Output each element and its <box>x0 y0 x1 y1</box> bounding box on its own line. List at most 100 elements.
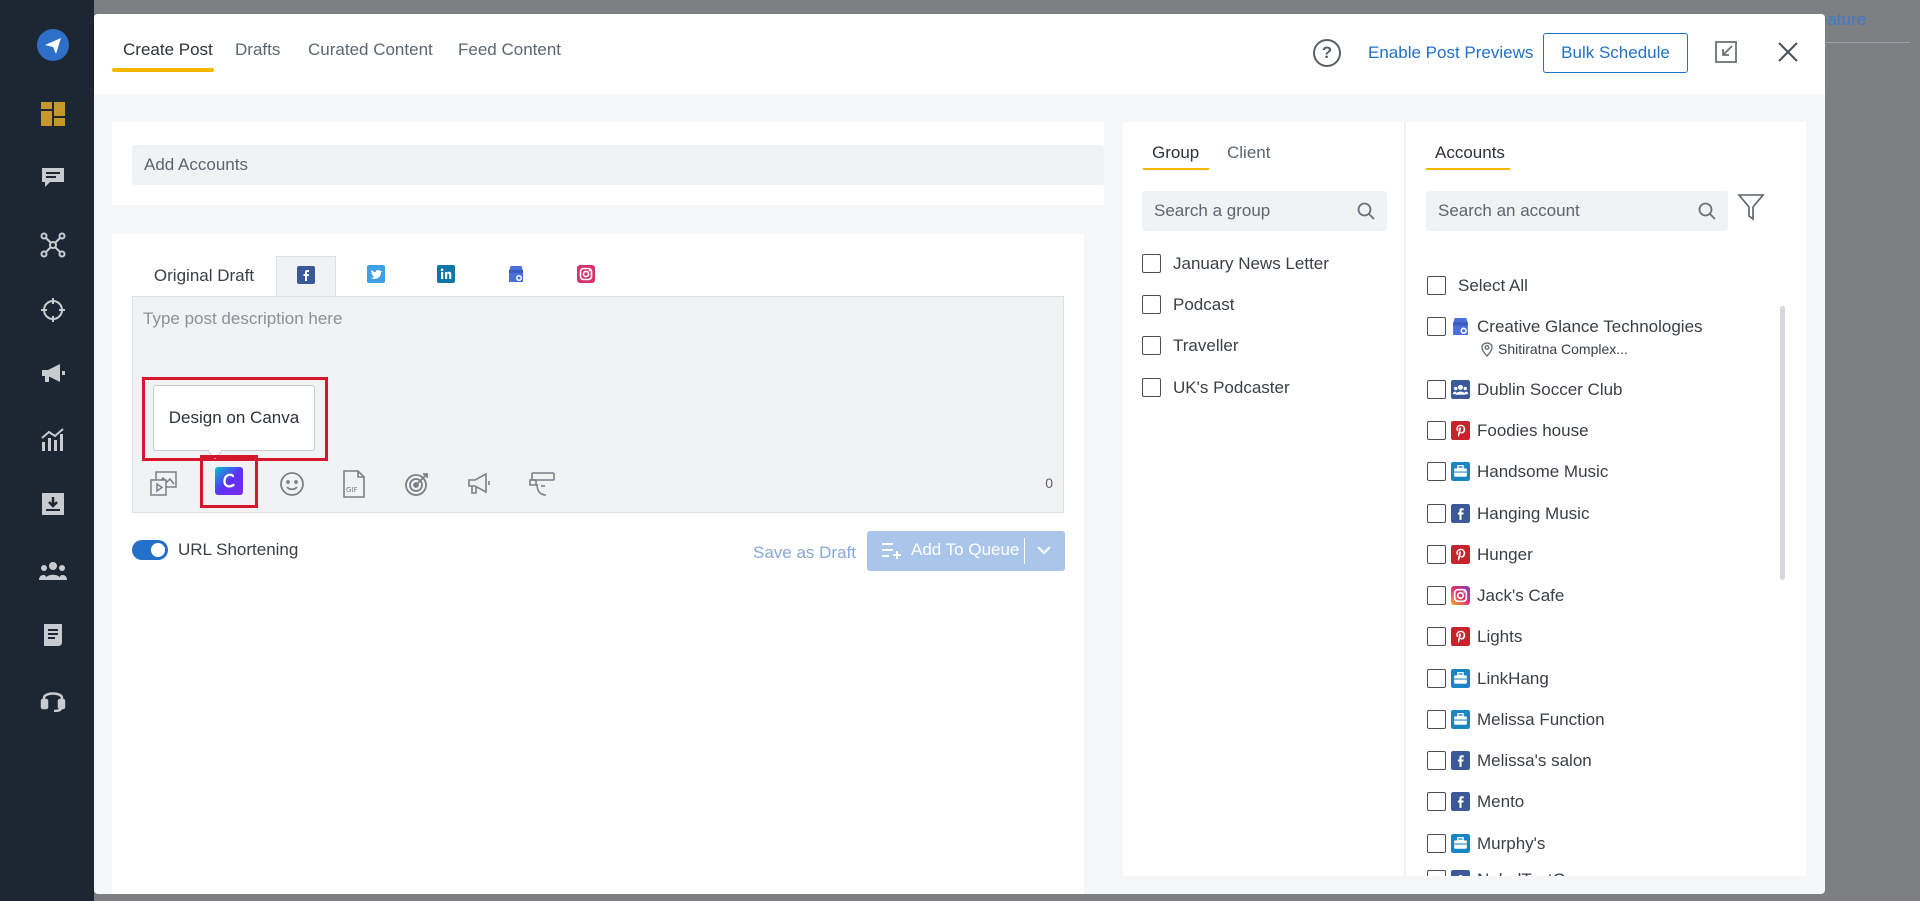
tab-curated-content[interactable]: Curated Content <box>308 40 433 60</box>
account-checkbox[interactable] <box>1427 870 1446 876</box>
tab-drafts[interactable]: Drafts <box>235 40 280 60</box>
facebook-icon <box>1451 504 1470 523</box>
facebook-icon <box>1451 751 1470 770</box>
group-label: Traveller <box>1173 336 1239 355</box>
location-pin-icon <box>1477 340 1496 359</box>
account-name: Lights <box>1477 627 1523 646</box>
account-name: Jack's Cafe <box>1477 586 1565 605</box>
accounts-panel: Accounts Search an account Select All Cr… <box>1406 122 1806 876</box>
help-icon[interactable]: ? <box>1313 39 1341 67</box>
emoji-icon[interactable] <box>275 467 309 501</box>
select-all-checkbox[interactable] <box>1427 276 1446 295</box>
facebook-group-icon <box>1451 380 1470 399</box>
canva-icon[interactable] <box>212 464 246 498</box>
chat-icon[interactable] <box>38 163 68 193</box>
group-label: January News Letter <box>1173 254 1329 273</box>
filter-icon[interactable] <box>1737 192 1765 227</box>
character-count: 0 <box>1045 475 1053 491</box>
announcement-icon[interactable] <box>463 467 497 501</box>
account-checkbox[interactable] <box>1427 421 1446 440</box>
account-name: Hunger <box>1477 545 1533 564</box>
megaphone-icon[interactable] <box>38 358 68 388</box>
group-checkbox[interactable] <box>1142 378 1161 397</box>
account-name: LinkHang <box>1477 669 1549 688</box>
app-sidebar <box>0 0 94 901</box>
account-name: Creative Glance Technologies <box>1477 317 1703 336</box>
tab-linkedin[interactable] <box>416 256 476 296</box>
account-checkbox[interactable] <box>1427 751 1446 770</box>
bulk-schedule-button[interactable]: Bulk Schedule <box>1543 33 1688 73</box>
tab-original-draft[interactable]: Original Draft <box>132 256 276 296</box>
team-icon[interactable] <box>38 556 68 586</box>
account-checkbox[interactable] <box>1427 627 1446 646</box>
send-logo-icon[interactable] <box>36 28 70 62</box>
gif-icon[interactable]: GIF <box>337 467 371 501</box>
account-name: Mento <box>1477 792 1525 811</box>
group-search-input[interactable]: Search a group <box>1142 191 1387 231</box>
dashboard-icon[interactable] <box>38 99 68 129</box>
account-checkbox[interactable] <box>1427 834 1446 853</box>
inbox-download-icon[interactable] <box>38 489 68 519</box>
account-name: Dublin Soccer Club <box>1477 380 1623 399</box>
chevron-down-icon[interactable] <box>1035 543 1053 562</box>
network-icon[interactable] <box>38 230 68 260</box>
linkedin-company-icon <box>1451 462 1470 481</box>
pinterest-icon <box>1451 421 1470 440</box>
group-checkbox[interactable] <box>1142 295 1161 314</box>
account-checkbox[interactable] <box>1427 586 1446 605</box>
tab-accounts[interactable]: Accounts <box>1435 143 1505 163</box>
account-checkbox[interactable] <box>1427 545 1446 564</box>
enable-post-previews-link[interactable]: Enable Post Previews <box>1368 43 1533 63</box>
save-as-draft-button[interactable]: Save as Draft <box>753 543 856 563</box>
account-search-input[interactable]: Search an account <box>1426 191 1728 231</box>
account-checkbox[interactable] <box>1427 792 1446 811</box>
tab-google-business[interactable] <box>486 256 546 296</box>
composer-card: Original Draft Type post description her… <box>112 234 1084 894</box>
tab-twitter[interactable] <box>346 256 406 296</box>
svg-text:GIF: GIF <box>346 486 358 494</box>
group-panel: Group Client Search a group January News… <box>1123 122 1405 876</box>
account-name: NehalTestGroup <box>1477 870 1600 876</box>
account-location: Shitiratna Complex... <box>1498 341 1628 357</box>
account-checkbox[interactable] <box>1427 710 1446 729</box>
reports-icon[interactable] <box>38 620 68 650</box>
google-business-icon <box>507 265 525 288</box>
target-icon[interactable] <box>38 295 68 325</box>
url-shortening-toggle[interactable] <box>132 540 168 560</box>
support-headset-icon[interactable] <box>38 684 68 714</box>
tab-create-post[interactable]: Create Post <box>123 40 213 60</box>
create-post-modal: Create Post Drafts Curated Content Feed … <box>94 14 1825 894</box>
tab-feed-content[interactable]: Feed Content <box>458 40 561 60</box>
google-business-icon <box>1451 317 1470 336</box>
group-label: UK's Podcaster <box>1173 378 1290 397</box>
group-checkbox[interactable] <box>1142 336 1161 355</box>
linkedin-company-icon <box>1451 710 1470 729</box>
account-checkbox[interactable] <box>1427 669 1446 688</box>
accounts-tab-indicator <box>1426 168 1510 170</box>
tab-facebook[interactable] <box>276 256 336 297</box>
account-checkbox[interactable] <box>1427 317 1446 336</box>
post-description-editor[interactable]: Type post description here Design on Can… <box>132 296 1064 513</box>
tab-group[interactable]: Group <box>1152 143 1199 163</box>
analytics-icon[interactable] <box>38 425 68 455</box>
media-icon[interactable] <box>147 467 181 501</box>
url-shortening-label: URL Shortening <box>178 540 299 559</box>
target-goal-icon[interactable] <box>400 467 434 501</box>
instagram-icon <box>577 264 595 288</box>
linkedin-icon <box>437 264 455 288</box>
search-icon <box>1357 202 1375 225</box>
add-accounts-field[interactable]: Add Accounts <box>132 145 1104 185</box>
account-checkbox[interactable] <box>1427 462 1446 481</box>
account-name: Handsome Music <box>1477 462 1609 481</box>
group-checkbox[interactable] <box>1142 254 1161 273</box>
tab-instagram[interactable] <box>556 256 616 296</box>
tab-client[interactable]: Client <box>1227 143 1270 163</box>
add-to-queue-button[interactable]: Add To Queue <box>867 531 1065 571</box>
accounts-scrollbar[interactable] <box>1780 306 1785 580</box>
close-icon[interactable] <box>1776 40 1802 66</box>
account-checkbox[interactable] <box>1427 504 1446 523</box>
select-all-label: Select All <box>1458 276 1528 295</box>
account-checkbox[interactable] <box>1427 380 1446 399</box>
minimize-icon[interactable] <box>1714 40 1740 66</box>
hashtag-icon[interactable] <box>525 467 559 501</box>
